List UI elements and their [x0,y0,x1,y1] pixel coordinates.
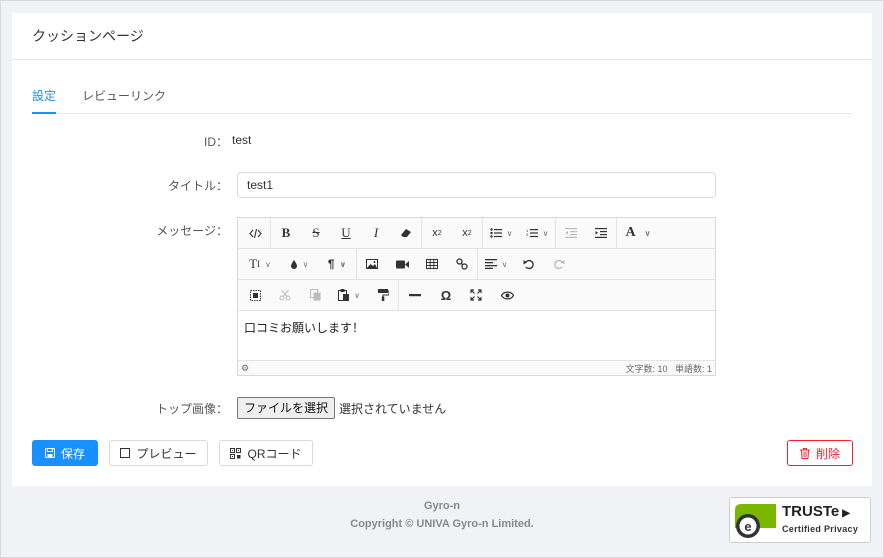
editor-toolbar-row-1: B S U I x2 x2 ∨ 12 ∨ A ∨ [238,218,715,249]
redo-icon[interactable] [544,249,574,279]
truste-subtitle: Certified Privacy [782,524,859,534]
indent-icon[interactable] [586,218,616,248]
delete-button[interactable]: 削除 [787,440,853,466]
editor-toolbar-row-2: T I ∨ ∨ ¶ ∨ ∨ [238,249,715,280]
eraser-icon[interactable] [391,218,421,248]
table-icon[interactable] [417,249,447,279]
char-count: 文字数: 10 [625,363,668,374]
subscript-icon[interactable]: x2 [452,218,482,248]
qr-code-button[interactable]: QRコード [219,440,313,466]
id-value: test [232,133,252,147]
preview-button[interactable]: プレビュー [109,440,208,466]
font-color-icon[interactable]: A ∨ [617,218,659,248]
save-icon [44,448,55,458]
color-fill-icon[interactable]: ∨ [280,249,318,279]
rich-text-editor: B S U I x2 x2 ∨ 12 ∨ A ∨ T I ∨ ∨ ¶ ∨ ∨ ∨… [237,217,716,376]
superscript-icon[interactable]: x2 [422,218,452,248]
image-row: トップ画像： ファイルを選択 選択されていません [12,397,446,419]
main-card: クッションページ 設定 レビューリンク ID： test タイトル： test1… [12,13,872,486]
id-label: ID： [203,135,228,149]
tab-bar: 設定 レビューリンク [32,87,852,114]
message-row: メッセージ： B S U I x2 x2 ∨ 1 2 ∨ A ∨ T I ∨ ∨… [12,217,716,376]
underline-icon[interactable]: U [331,218,361,248]
link-icon[interactable] [447,249,477,279]
paste-icon[interactable]: ∨ [330,280,368,310]
save-label: 保存 [60,446,85,461]
tab-settings[interactable]: 設定 [32,87,57,114]
title-label: タイトル： [167,178,228,193]
ordered-list-icon[interactable]: 12 ∨ [519,218,555,248]
word-count: 単語数: 1 [674,363,712,374]
image-icon[interactable] [357,249,387,279]
title-row: タイトル： test1 [12,172,716,198]
square-icon [120,448,131,458]
unordered-list-icon[interactable]: ∨ [483,218,519,248]
file-status: 選択されていません [339,401,447,416]
outdent-icon[interactable] [556,218,586,248]
message-label: メッセージ： [156,224,228,238]
italic-icon[interactable]: I [361,218,391,248]
video-icon[interactable] [387,249,417,279]
svg-text:2: 2 [526,232,529,237]
editor-status-bar: ⚙ 文字数: 10 単語数: 1 [238,360,715,375]
preview-eye-icon[interactable] [491,280,523,310]
strikethrough-icon[interactable]: S [301,218,331,248]
select-all-icon[interactable] [240,280,270,310]
image-label: トップ画像： [155,401,228,416]
resize-handle-icon[interactable]: ⚙ [241,363,249,374]
qrcode-icon [230,447,242,459]
truste-name: TRUSTe ▶ [782,503,850,520]
undo-icon[interactable] [514,249,544,279]
fullscreen-icon[interactable] [461,280,491,310]
svg-text:e: e [744,519,751,534]
cut-icon[interactable] [270,280,300,310]
save-button[interactable]: 保存 [32,440,98,466]
special-char-icon[interactable]: Ω [431,280,461,310]
id-row: ID： test [12,133,251,150]
title-input[interactable]: test1 [237,172,716,198]
editor-content[interactable]: 口コミお願いします！ [238,311,715,363]
tab-review-link[interactable]: レビューリンク [82,87,166,113]
font-size-icon[interactable]: T I ∨ [240,249,280,279]
delete-label: 削除 [815,446,840,461]
page-title: クッションページ [12,13,872,60]
format-painter-icon[interactable] [368,280,398,310]
truste-badge[interactable]: e TRUSTe ▶ Certified Privacy [729,497,871,543]
qr-code-label: QRコード [247,446,302,461]
horizontal-rule-icon[interactable] [399,280,431,310]
code-view-icon[interactable] [240,218,270,248]
align-icon[interactable]: ∨ [478,249,514,279]
file-select-button[interactable]: ファイルを選択 [237,397,336,419]
bold-icon[interactable]: B [271,218,301,248]
editor-toolbar-row-3: ∨ Ω [238,280,715,311]
preview-label: プレビュー [136,446,197,461]
copy-icon[interactable] [300,280,330,310]
trash-icon [799,447,810,459]
paragraph-icon[interactable]: ¶ ∨ [318,249,356,279]
